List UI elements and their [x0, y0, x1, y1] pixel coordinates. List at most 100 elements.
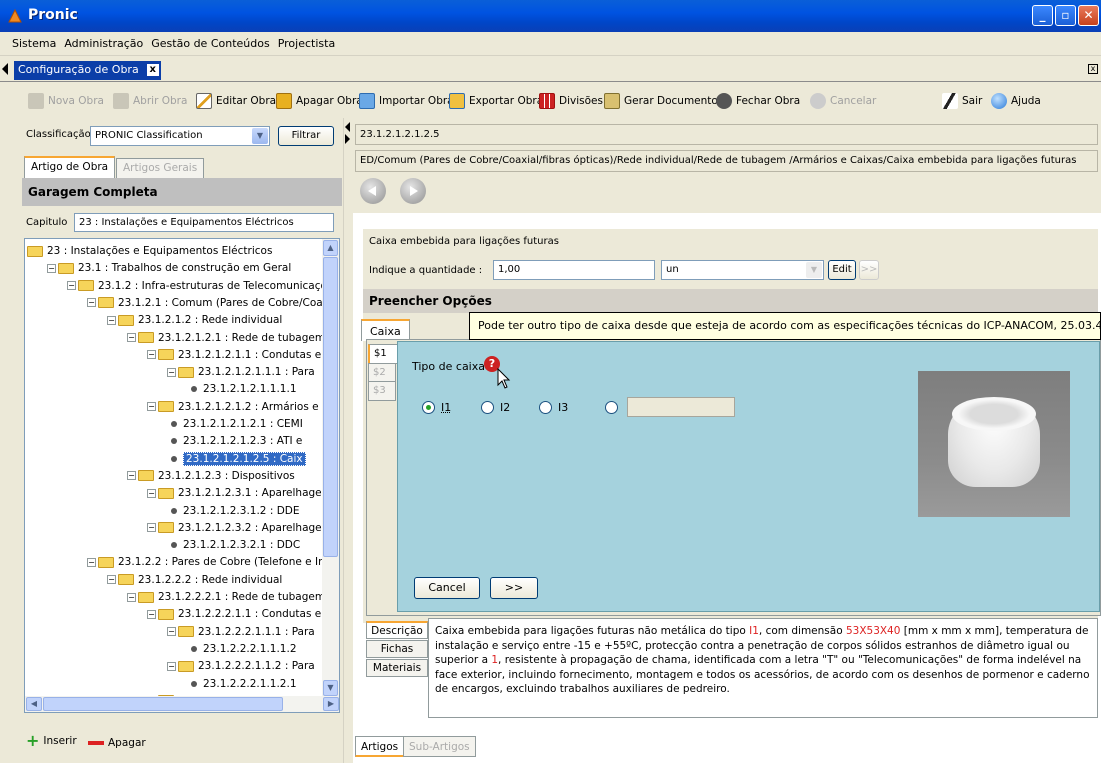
close-all-icon[interactable]: x [1088, 64, 1098, 74]
apagar-button[interactable]: Apagar [88, 737, 146, 749]
capitulo-field[interactable]: 23 : Instalações e Equipamentos Eléctric… [74, 213, 334, 232]
ajuda-button[interactable]: Ajuda [991, 92, 1041, 110]
tree-node[interactable]: − 23.1.2.1 : Comum (Pares de Cobre/Coax [87, 294, 329, 312]
tree-node[interactable]: − 23.1.2.1.2.3 : Dispositivos [127, 467, 295, 485]
collapse-icon[interactable]: − [127, 592, 136, 602]
tree-node[interactable]: 23.1.2.1.2.3.2.1 : DDC [167, 536, 300, 554]
divisoes-button[interactable]: Divisões [539, 92, 603, 110]
scroll-left-icon[interactable]: ◀ [26, 697, 42, 711]
side-tab-1[interactable]: $1 [368, 344, 398, 364]
menu-gestao-conteudos[interactable]: Gestão de Conteúdos [147, 32, 273, 56]
cancel-button[interactable]: Cancel [414, 577, 480, 599]
collapse-icon[interactable]: − [127, 471, 136, 481]
sair-button[interactable]: Sair [942, 92, 982, 110]
filtrar-button[interactable]: Filtrar [278, 126, 334, 146]
tree-node[interactable]: − 23.1.2.2.2.1 : Rede de tubagem [127, 588, 325, 606]
side-tab-2[interactable]: $2 [368, 363, 396, 383]
tree-node[interactable]: − 23.1.2.2.2 : Rede individual [107, 571, 282, 589]
inserir-button[interactable]: + Inserir [26, 733, 77, 749]
menu-projectista[interactable]: Projectista [274, 32, 339, 56]
tree-node[interactable]: − 23.1.2.1.2.1 : Rede de tubagem [127, 329, 325, 347]
classification-tree[interactable]: −23.1.2.2.2.1.2 : Caixas23.1.2.2.2.1.1.2… [24, 238, 340, 713]
collapse-icon[interactable]: − [147, 523, 156, 533]
collapse-icon[interactable]: − [147, 402, 156, 412]
tree-node[interactable]: 23.1.2.1.2.1.2.5 : Caix [167, 450, 306, 468]
radio-other[interactable] [605, 401, 618, 414]
scroll-right-icon[interactable]: ▶ [323, 697, 339, 711]
menu-sistema[interactable]: Sistema [8, 32, 60, 56]
tree-node[interactable]: − 23.1.2.1.2.1.2 : Armários e [147, 398, 319, 416]
quantity-input[interactable]: 1,00 [493, 260, 655, 280]
tree-node[interactable]: − 23.1.2 : Infra-estruturas de Telecomuni… [67, 277, 327, 295]
tree-horizontal-scrollbar[interactable]: ◀ ▶ [25, 696, 339, 712]
tab-artigo-de-obra[interactable]: Artigo de Obra [24, 156, 116, 178]
tree-node[interactable]: 23.1.2.2.2.1.1.1.2 [187, 640, 297, 658]
tree-node[interactable]: − 23.1.2.1.2.3.1 : Aparelhage [147, 484, 322, 502]
collapse-icon[interactable]: − [107, 315, 116, 325]
chevron-down-icon[interactable]: ▼ [806, 262, 822, 278]
collapse-icon[interactable]: − [127, 333, 136, 342]
scrollbar-thumb[interactable] [323, 257, 338, 557]
nova-obra-button[interactable]: Nova Obra [28, 92, 104, 110]
tree-node[interactable]: − 23.1.2.1.2 : Rede individual [107, 311, 282, 329]
tree-node[interactable]: − 23.1.2.2.2.1.1.2 : Para [167, 657, 315, 675]
radio-i1[interactable] [422, 401, 435, 414]
tree-node[interactable]: − 23.1.2.2.2.1.1.1 : Para [167, 623, 315, 641]
scrollbar-thumb[interactable] [43, 697, 283, 711]
edit-button[interactable]: Edit [828, 260, 856, 280]
tree-node[interactable]: 23 : Instalações e Equipamentos Eléctric… [27, 242, 272, 260]
tree-node[interactable]: 23.1.2.1.2.3.1.2 : DDE [167, 502, 300, 520]
collapse-icon[interactable]: − [107, 575, 116, 585]
tab-configuracao-obra[interactable]: Configuração de Obra x [14, 61, 161, 80]
expand-right-icon[interactable] [345, 134, 350, 144]
gerar-documento-button[interactable]: Gerar Documento [604, 92, 718, 110]
tree-node[interactable]: − 23.1 : Trabalhos de construção em Geral [47, 259, 291, 277]
restore-button[interactable]: ▫ [1055, 5, 1076, 26]
scroll-down-icon[interactable]: ▼ [323, 680, 338, 696]
tab-fichas[interactable]: Fichas [366, 640, 428, 658]
tree-node[interactable]: − 23.1.2.1.2.3.2 : Aparelhage [147, 519, 322, 537]
tab-materiais[interactable]: Materiais [366, 659, 428, 677]
menu-administracao[interactable]: Administração [60, 32, 147, 56]
chevron-down-icon[interactable]: ▼ [252, 128, 268, 144]
tab-descricao[interactable]: Descrição [366, 621, 428, 639]
tree-node[interactable]: − 23.1.2.1.2.1.1.1 : Para [167, 363, 315, 381]
collapse-icon[interactable]: − [147, 488, 156, 498]
unit-select[interactable]: un ▼ [661, 260, 824, 280]
tree-node[interactable]: − 23.1.2.2 : Pares de Cobre (Telefone e I… [87, 553, 322, 571]
close-tab-icon[interactable]: x [146, 64, 159, 76]
next-disabled-button[interactable]: >> [859, 260, 879, 280]
collapse-icon[interactable]: − [147, 609, 156, 619]
importar-obra-button[interactable]: Importar Obra [359, 92, 454, 110]
collapse-icon[interactable]: − [147, 350, 156, 360]
close-window-button[interactable]: ✕ [1078, 5, 1099, 26]
collapse-icon[interactable]: − [47, 263, 56, 273]
side-tab-3[interactable]: $3 [368, 381, 396, 401]
collapse-icon[interactable]: − [67, 281, 76, 291]
classificacao-select[interactable]: PRONIC Classification ▼ [90, 126, 270, 146]
tree-node[interactable]: 23.1.2.2.2.1.1.2.1 [187, 675, 297, 693]
tab-artigos[interactable]: Artigos [355, 736, 405, 757]
exportar-obra-button[interactable]: Exportar Obra [449, 92, 543, 110]
tree-node[interactable]: − 23.1.2.1.2.1.1 : Condutas e [147, 346, 321, 364]
tree-vertical-scrollbar[interactable]: ▲ ▼ [322, 239, 339, 697]
collapse-icon[interactable]: − [167, 661, 176, 671]
radio-i3[interactable] [539, 401, 552, 414]
tree-node[interactable]: 23.1.2.1.2.1.2.1 : CEMI [167, 415, 303, 433]
collapse-icon[interactable]: − [167, 367, 176, 377]
editar-obra-button[interactable]: Editar Obra [196, 92, 276, 110]
collapse-icon[interactable]: − [167, 627, 176, 637]
tab-artigos-gerais[interactable]: Artigos Gerais [116, 158, 205, 178]
radio-i2[interactable] [481, 401, 494, 414]
tab-sub-artigos[interactable]: Sub-Artigos [403, 736, 476, 757]
cancelar-button[interactable]: Cancelar [810, 92, 876, 110]
tab-caixa[interactable]: Caixa [361, 319, 410, 341]
back-button[interactable] [360, 178, 386, 204]
apagar-obra-button[interactable]: Apagar Obra [276, 92, 363, 110]
abrir-obra-button[interactable]: Abrir Obra [113, 92, 187, 110]
collapse-left-icon[interactable] [345, 122, 350, 132]
panel-splitter[interactable] [343, 118, 351, 763]
forward-button[interactable] [400, 178, 426, 204]
other-type-input[interactable] [627, 397, 735, 417]
collapse-icon[interactable]: − [87, 557, 96, 567]
